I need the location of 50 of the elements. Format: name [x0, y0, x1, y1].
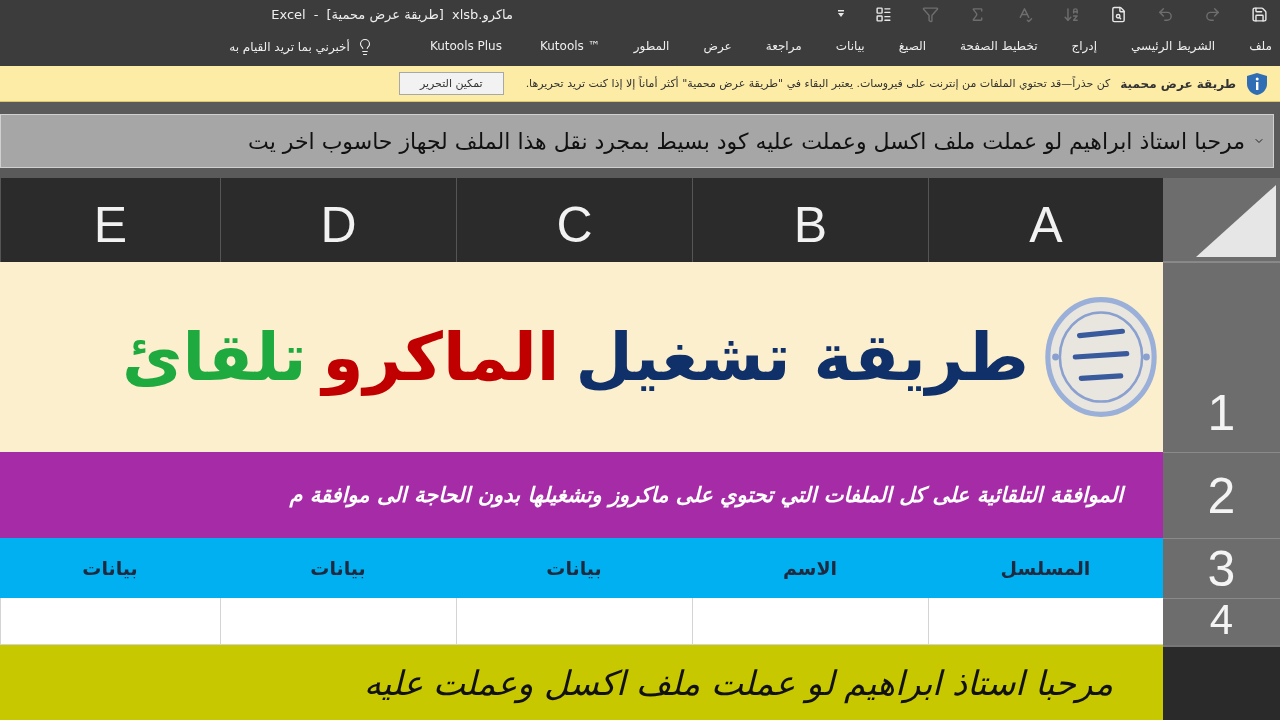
select-all-corner[interactable] [1163, 178, 1280, 262]
customize-toolbar-icon[interactable] [837, 9, 845, 19]
ribbon-tab[interactable]: المطور [633, 35, 670, 59]
ribbon-tab[interactable]: Kutools ™ [539, 35, 600, 59]
header-cell: بيانات [456, 538, 692, 598]
form-icon[interactable] [875, 5, 892, 23]
script-text-cell: مرحبا استاذ ابراهيم لو عملت ملف اكسل وعملت عليه [0, 645, 1163, 720]
shield-info-icon [1246, 71, 1268, 96]
header-cell: المسلسل [928, 538, 1163, 598]
header-cell: بيانات [0, 538, 220, 598]
header-cell: الاسم [692, 538, 928, 598]
column-header[interactable]: B [692, 178, 928, 262]
table-cell[interactable] [692, 598, 928, 645]
banner-title-text: طريقة تشغيل [575, 318, 1029, 396]
column-header[interactable]: A [928, 178, 1163, 262]
ribbon-tab[interactable]: الشريط الرئيسي [1131, 35, 1216, 59]
ribbon-tab[interactable]: ملف [1249, 35, 1272, 59]
table-cell[interactable] [0, 598, 220, 645]
ribbon-tab[interactable]: عرض [703, 35, 732, 59]
banner-title-text: تلقائ [122, 318, 307, 396]
enable-editing-button[interactable]: تمكين التحرير [398, 72, 504, 95]
save-icon[interactable] [1251, 5, 1268, 23]
window-title: [طريقة عرض محمية] [326, 6, 444, 22]
formula-bar-field[interactable]: مرحبا استاذ ابراهيم لو عملت ملف اكسل وعملت عليه كود بسيط بمجرد نقل هذا الملف لجهاز حاسوب اخر يت [0, 114, 1274, 168]
table-cell[interactable] [456, 598, 692, 645]
ribbon-tab[interactable]: بيانات [835, 35, 865, 59]
print-preview-icon[interactable] [1110, 5, 1127, 23]
ribbon-tab[interactable]: الصيغ [898, 35, 927, 59]
table-cell[interactable] [928, 598, 1163, 645]
column-header[interactable]: D [220, 178, 456, 262]
ribbon-tab[interactable]: Kutools Plus [429, 35, 502, 59]
window-title: - [313, 6, 319, 22]
ribbon-tab[interactable]: إدراج [1071, 35, 1098, 59]
ribbon-tab[interactable]: مراجعة [765, 35, 802, 59]
ribbon-tab[interactable]: تخطيط الصفحة [960, 35, 1038, 59]
tell-me-field[interactable]: أخبرني بما تريد القيام به [229, 40, 350, 54]
table-cell[interactable] [220, 598, 456, 645]
protected-view-title: طريقة عرض محمية [1120, 76, 1236, 91]
row-header[interactable]: 1 [1163, 262, 1280, 452]
row-header[interactable]: 2 [1163, 452, 1280, 538]
row-header[interactable]: 4 [1163, 598, 1280, 645]
column-header[interactable]: C [456, 178, 692, 262]
header-cell: بيانات [220, 538, 456, 598]
protected-view-message: كن حذراً—قد تحتوي الملفات من إنترنت على فيروسات. يعتبر البقاء في "طريقة عرض محمية" أكثر أماناً إلا إذا كنت تريد تحريرها. [525, 77, 1111, 90]
subtitle-cell: الموافقة التلقائية على كل الملفات التي تحتوي على ماكروز وتشغيلها بدون الحاجة الى موافقة م [0, 452, 1163, 538]
row-header[interactable]: 3 [1163, 538, 1280, 598]
column-header[interactable]: E [0, 178, 220, 262]
window-title: Excel [271, 6, 306, 22]
row-header[interactable] [1163, 645, 1280, 720]
window-title: ماكرو.xlsb [451, 6, 513, 22]
